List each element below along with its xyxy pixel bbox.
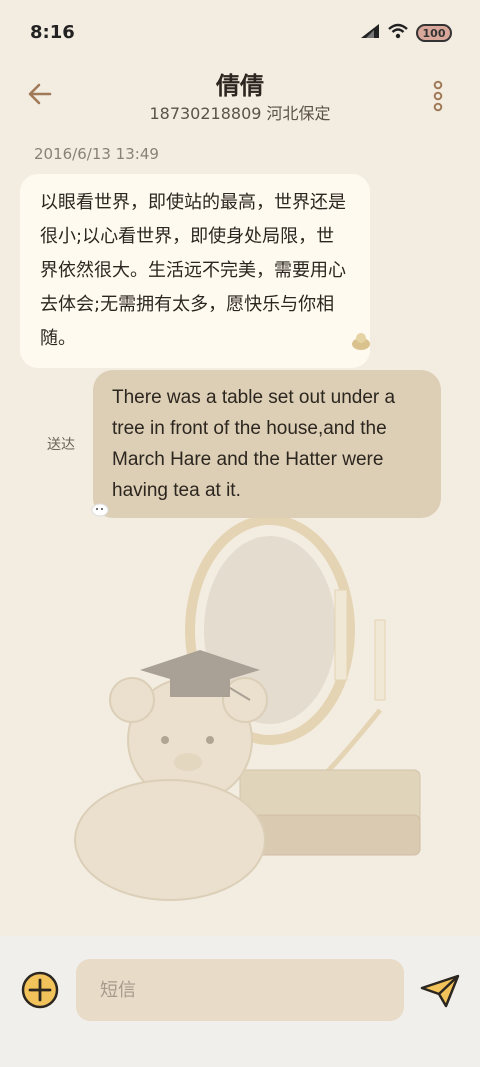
battery-icon: 100 (416, 24, 452, 42)
incoming-message-text: 以眼看世界，即使站的最高，世界还是很小;以心看世界，即使身处局限，世界依然很大。… (40, 192, 346, 349)
incoming-message-bubble[interactable]: 以眼看世界，即使站的最高，世界还是很小;以心看世界，即使身处局限，世界依然很大。… (20, 174, 370, 368)
status-icons: 100 (360, 22, 452, 44)
outgoing-message-bubble[interactable]: There was a table set out under a tree i… (93, 370, 441, 518)
conversation-header: 倩倩 18730218809 河北保定 (0, 66, 480, 130)
bubble-sticker-icon (352, 333, 370, 350)
send-button[interactable] (418, 970, 462, 1010)
signal-icon (360, 23, 380, 43)
contact-detail: 18730218809 河北保定 (149, 104, 331, 123)
more-vertical-icon (433, 80, 443, 112)
add-attachment-button[interactable] (20, 970, 60, 1010)
plus-circle-icon (21, 971, 59, 1009)
outgoing-message-text: There was a table set out under a tree i… (112, 387, 396, 501)
delivery-status: 送达 (47, 437, 75, 453)
message-timestamp: 2016/6/13 13:49 (34, 145, 159, 163)
status-time: 8:16 (30, 22, 75, 43)
bubble-sheep-icon (91, 503, 109, 517)
contact-name: 倩倩 (216, 72, 264, 100)
more-options-button[interactable] (430, 80, 446, 112)
status-bar: 8:16 100 (0, 0, 480, 66)
message-input[interactable] (76, 959, 404, 1021)
background-illustration (74, 515, 421, 901)
battery-level: 100 (422, 26, 446, 40)
wifi-icon (388, 23, 408, 43)
send-icon (420, 974, 460, 1008)
